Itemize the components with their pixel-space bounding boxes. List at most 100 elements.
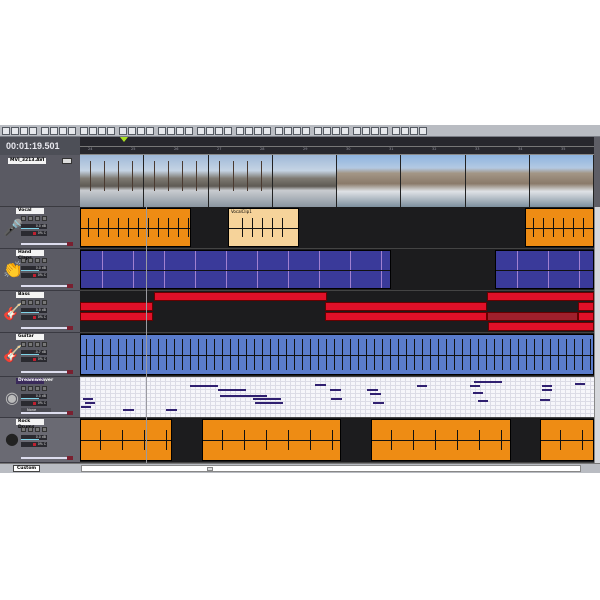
mute-button[interactable]	[21, 258, 26, 263]
track-name[interactable]: Rock Drums	[16, 419, 44, 430]
audio-clip[interactable]	[540, 419, 594, 461]
audio-clip[interactable]	[80, 334, 594, 375]
track-lanes[interactable]: VocalClip1	[80, 207, 594, 463]
horizontal-scrollbar[interactable]	[81, 465, 581, 472]
toolbar-button[interactable]	[176, 126, 184, 135]
toolbar-button[interactable]	[275, 126, 283, 135]
toolbar-button[interactable]	[137, 126, 145, 135]
audio-clip[interactable]	[80, 419, 172, 461]
lane-vocal[interactable]: VocalClip1	[80, 207, 594, 249]
pan-slider[interactable]: 0% C	[21, 357, 47, 362]
now-marker[interactable]	[120, 137, 128, 142]
volume-slider[interactable]: 0.0 dB	[21, 394, 47, 399]
toolbar-button[interactable]	[41, 126, 49, 135]
track-header-guitar[interactable]: Guitar 🎸 -0.7 dB 0% C	[0, 333, 80, 377]
toolbar-button[interactable]	[263, 126, 271, 135]
record-arm-button[interactable]	[35, 258, 40, 263]
toolbar-button[interactable]	[11, 126, 19, 135]
bass-clip[interactable]	[154, 292, 327, 301]
toolbar-button[interactable]	[236, 126, 244, 135]
lane-midi[interactable]	[80, 377, 594, 418]
track-name[interactable]: Vocal	[16, 208, 44, 214]
solo-button[interactable]	[28, 342, 33, 347]
toolbar-button[interactable]	[380, 126, 388, 135]
toolbar-button[interactable]	[323, 126, 331, 135]
record-arm-button[interactable]	[35, 427, 40, 432]
pan-slider[interactable]: 0% C	[21, 401, 47, 406]
solo-button[interactable]	[28, 300, 33, 305]
midi-note[interactable]	[470, 385, 480, 387]
toolbar-button[interactable]	[224, 126, 232, 135]
input-echo-button[interactable]	[42, 216, 47, 221]
volume-slider[interactable]: -0.7 dB	[21, 350, 47, 355]
tab-custom[interactable]: Custom	[13, 465, 41, 472]
toolbar-button[interactable]	[362, 126, 370, 135]
midi-note[interactable]	[370, 393, 381, 395]
midi-note[interactable]	[85, 402, 95, 404]
toolbar-button[interactable]	[341, 126, 349, 135]
volume-slider[interactable]: 0.0 dB	[21, 435, 47, 440]
toolbar-button[interactable]	[206, 126, 214, 135]
pan-slider[interactable]: 0% C	[21, 231, 47, 236]
toolbar-button[interactable]	[29, 126, 37, 135]
bass-clip[interactable]	[578, 302, 594, 311]
pan-slider[interactable]: 0% C	[21, 315, 47, 320]
toolbar-button[interactable]	[167, 126, 175, 135]
track-name[interactable]: Dreamweaver	[16, 378, 53, 384]
input-echo-button[interactable]	[42, 258, 47, 263]
input-echo-button[interactable]	[42, 386, 47, 391]
toolbar-button[interactable]	[119, 126, 127, 135]
bass-clip[interactable]	[80, 312, 153, 321]
toolbar-button[interactable]	[107, 126, 115, 135]
audio-clip[interactable]	[202, 419, 341, 461]
bass-clip[interactable]	[325, 312, 487, 321]
track-header-dreamweaver[interactable]: Dreamweaver ◉ 0.0 dB 0% C None	[0, 377, 80, 418]
midi-note[interactable]	[218, 389, 246, 391]
lane-rock-drums[interactable]	[80, 418, 594, 463]
audio-clip[interactable]	[80, 208, 191, 247]
toolbar-button[interactable]	[293, 126, 301, 135]
lane-bass[interactable]	[80, 291, 594, 333]
pan-slider[interactable]: 0% C	[21, 442, 47, 447]
toolbar-button[interactable]	[215, 126, 223, 135]
lane-guitar[interactable]	[80, 333, 594, 377]
midi-note[interactable]	[417, 385, 427, 387]
timeline-ruler[interactable]: 24 25 26 27 28 29 30 31 32 33 34 35	[80, 137, 594, 155]
toolbar-button[interactable]	[314, 126, 322, 135]
toolbar-button[interactable]	[20, 126, 28, 135]
midi-note[interactable]	[478, 400, 488, 402]
toolbar-button[interactable]	[254, 126, 262, 135]
pan-slider[interactable]: 0% C	[21, 273, 47, 278]
audio-clip[interactable]	[371, 419, 511, 461]
toolbar-button[interactable]	[197, 126, 205, 135]
toolbar-button[interactable]	[410, 126, 418, 135]
midi-note[interactable]	[315, 384, 326, 386]
record-arm-button[interactable]	[35, 216, 40, 221]
track-name[interactable]: Hand Claps	[16, 250, 44, 261]
record-arm-button[interactable]	[35, 386, 40, 391]
midi-note[interactable]	[253, 398, 281, 400]
bass-clip[interactable]	[80, 302, 153, 311]
midi-note[interactable]	[542, 389, 552, 391]
midi-note[interactable]	[474, 381, 502, 383]
track-header-vocal[interactable]: Vocal 🎤 0.0 dB 0% C	[0, 207, 80, 249]
volume-slider[interactable]: 0.0 dB	[21, 308, 47, 313]
mute-button[interactable]	[21, 300, 26, 305]
toolbar-button[interactable]	[89, 126, 97, 135]
solo-button[interactable]	[28, 427, 33, 432]
midi-note[interactable]	[83, 398, 93, 400]
midi-note[interactable]	[166, 409, 177, 411]
midi-note[interactable]	[190, 385, 218, 387]
track-name[interactable]: Guitar	[16, 334, 44, 340]
toolbar-button[interactable]	[59, 126, 67, 135]
toolbar-button[interactable]	[245, 126, 253, 135]
bass-clip[interactable]	[578, 312, 594, 321]
input-echo-button[interactable]	[42, 427, 47, 432]
midi-note[interactable]	[330, 389, 341, 391]
midi-note[interactable]	[575, 383, 585, 385]
toolbar-button[interactable]	[68, 126, 76, 135]
video-name[interactable]: MVI_3213.AVI	[8, 158, 47, 164]
toolbar-button[interactable]	[371, 126, 379, 135]
toolbar-button[interactable]	[158, 126, 166, 135]
toolbar-button[interactable]	[146, 126, 154, 135]
